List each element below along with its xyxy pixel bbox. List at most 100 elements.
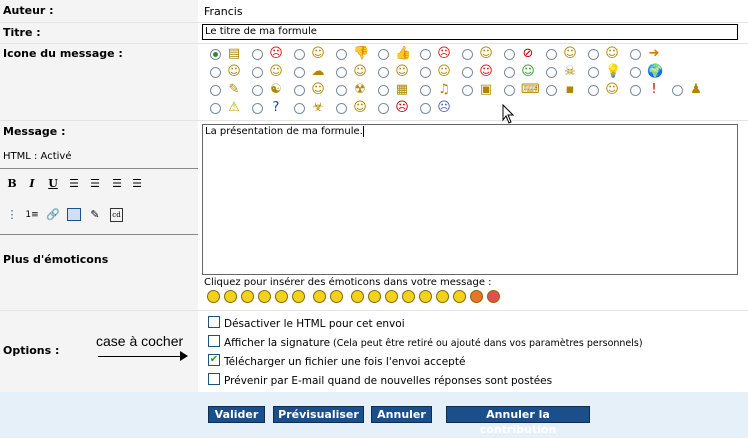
author-label-cell: Auteur :	[0, 0, 198, 22]
icon-radio[interactable]	[630, 67, 641, 78]
justify-button[interactable]: ☰	[130, 177, 144, 191]
emoticon-icon[interactable]	[224, 290, 237, 303]
icon-radio[interactable]	[462, 49, 473, 60]
icon-radio[interactable]	[210, 49, 221, 60]
icon-radio[interactable]	[210, 67, 221, 78]
italic-button[interactable]: I	[25, 177, 39, 191]
icon-radio[interactable]	[420, 103, 431, 114]
icon-radio[interactable]	[336, 103, 347, 114]
emoticon-icon[interactable]	[207, 290, 220, 303]
icon-radio[interactable]	[588, 49, 599, 60]
skull-icon: ☠	[564, 64, 576, 79]
icon-radio[interactable]	[630, 49, 641, 60]
icon-radio[interactable]	[336, 49, 347, 60]
emoticon-icon[interactable]	[292, 290, 305, 303]
emoticon-icon[interactable]	[436, 290, 449, 303]
icon-radio[interactable]	[672, 85, 683, 96]
icon-radio[interactable]	[462, 85, 473, 96]
icon-radio[interactable]	[252, 85, 263, 96]
emoticon-icon[interactable]	[385, 290, 398, 303]
option-label: Désactiver le HTML pour cet envoi	[224, 318, 405, 330]
devil-icon: ☹	[395, 100, 409, 115]
emoticon-icon[interactable]	[419, 290, 432, 303]
message-textarea[interactable]: La présentation de ma formule.	[202, 124, 738, 275]
icon-radio[interactable]	[420, 67, 431, 78]
warning-icon: ⚠	[228, 100, 240, 115]
option-checkbox[interactable]	[208, 316, 220, 328]
icon-radio[interactable]	[546, 85, 557, 96]
icon-radio[interactable]	[630, 85, 641, 96]
cool-icon: ☺	[563, 46, 577, 61]
row-separator	[0, 22, 748, 23]
emoticon-icon[interactable]	[402, 290, 415, 303]
icon-radio[interactable]	[546, 49, 557, 60]
icon-radio[interactable]	[378, 85, 389, 96]
icon-radio[interactable]	[378, 67, 389, 78]
table-icon[interactable]	[67, 208, 81, 221]
align-left-button[interactable]: ☰	[67, 177, 81, 191]
icon-radio[interactable]	[378, 49, 389, 60]
icon-radio[interactable]	[378, 103, 389, 114]
code-icon[interactable]: cd	[110, 208, 123, 222]
emoticon-icon[interactable]	[453, 290, 466, 303]
title-input[interactable]: Le titre de ma formule	[202, 24, 738, 40]
underline-button[interactable]: U	[46, 177, 60, 191]
align-right-button[interactable]: ☰	[110, 177, 124, 191]
link-icon[interactable]: 🔗	[46, 208, 60, 222]
highlight-icon[interactable]: ✎	[88, 208, 102, 222]
numbered-list-icon[interactable]: 1≡	[25, 208, 39, 222]
icon-radio[interactable]	[462, 67, 473, 78]
icon-radio[interactable]	[420, 85, 431, 96]
icon-radio[interactable]	[504, 85, 515, 96]
icon-radio[interactable]	[252, 49, 263, 60]
thumbs-up-icon: 👍	[395, 46, 412, 61]
grin-icon: ☺	[311, 46, 325, 61]
emoticon-icon[interactable]	[241, 290, 254, 303]
icon-radio[interactable]	[504, 49, 515, 60]
emoticon-icon[interactable]	[487, 290, 500, 303]
icon-radio[interactable]	[588, 67, 599, 78]
cancel-button[interactable]: Annuler	[371, 406, 432, 423]
icon-radio[interactable]	[546, 67, 557, 78]
icon-radio[interactable]	[294, 103, 305, 114]
arrow-head-icon	[180, 351, 188, 361]
icon-radio[interactable]	[294, 49, 305, 60]
bullet-list-icon[interactable]: ⋮	[5, 208, 19, 222]
emoticon-icon[interactable]	[258, 290, 271, 303]
icon-radio[interactable]	[210, 103, 221, 114]
icon-radio[interactable]	[420, 49, 431, 60]
option-checkbox[interactable]: ✔	[208, 354, 220, 366]
bold-button[interactable]: B	[5, 177, 19, 191]
annotation-arrow	[98, 356, 182, 357]
icon-radio[interactable]	[294, 67, 305, 78]
icon-radio[interactable]	[252, 103, 263, 114]
cat-icon: ☺	[605, 82, 619, 97]
emoticon-icon[interactable]	[351, 290, 364, 303]
icon-radio[interactable]	[588, 85, 599, 96]
preview-button[interactable]: Prévisualiser	[273, 406, 364, 423]
emoticon-icon[interactable]	[313, 290, 326, 303]
emoticon-icon[interactable]	[470, 290, 483, 303]
cancel-contribution-button[interactable]: Annuler la contribution	[446, 406, 590, 436]
option-checkbox[interactable]	[208, 335, 220, 347]
options-label: Options :	[3, 344, 60, 357]
icon-radio[interactable]	[336, 67, 347, 78]
emoticon-icon[interactable]	[368, 290, 381, 303]
emoticon-icon[interactable]	[330, 290, 343, 303]
title-input-value: Le titre de ma formule	[205, 26, 317, 37]
option-checkbox[interactable]	[208, 373, 220, 385]
icon-radio[interactable]	[294, 85, 305, 96]
tv-icon: ▣	[479, 82, 493, 97]
icon-label-cell: Icone du message :	[0, 43, 198, 120]
option-text: Désactiver le HTML pour cet envoi	[224, 318, 405, 330]
align-center-button[interactable]: ☰	[88, 177, 102, 191]
angry-icon: ☹	[269, 46, 283, 61]
emoticon-icon[interactable]	[275, 290, 288, 303]
submit-button[interactable]: Valider	[208, 406, 265, 423]
icon-radio[interactable]	[336, 85, 347, 96]
icon-radio[interactable]	[210, 85, 221, 96]
icon-radio[interactable]	[504, 67, 515, 78]
icon-radio[interactable]	[252, 67, 263, 78]
floppy-icon: ▪	[565, 82, 575, 97]
exclamation-icon: !	[651, 82, 657, 97]
